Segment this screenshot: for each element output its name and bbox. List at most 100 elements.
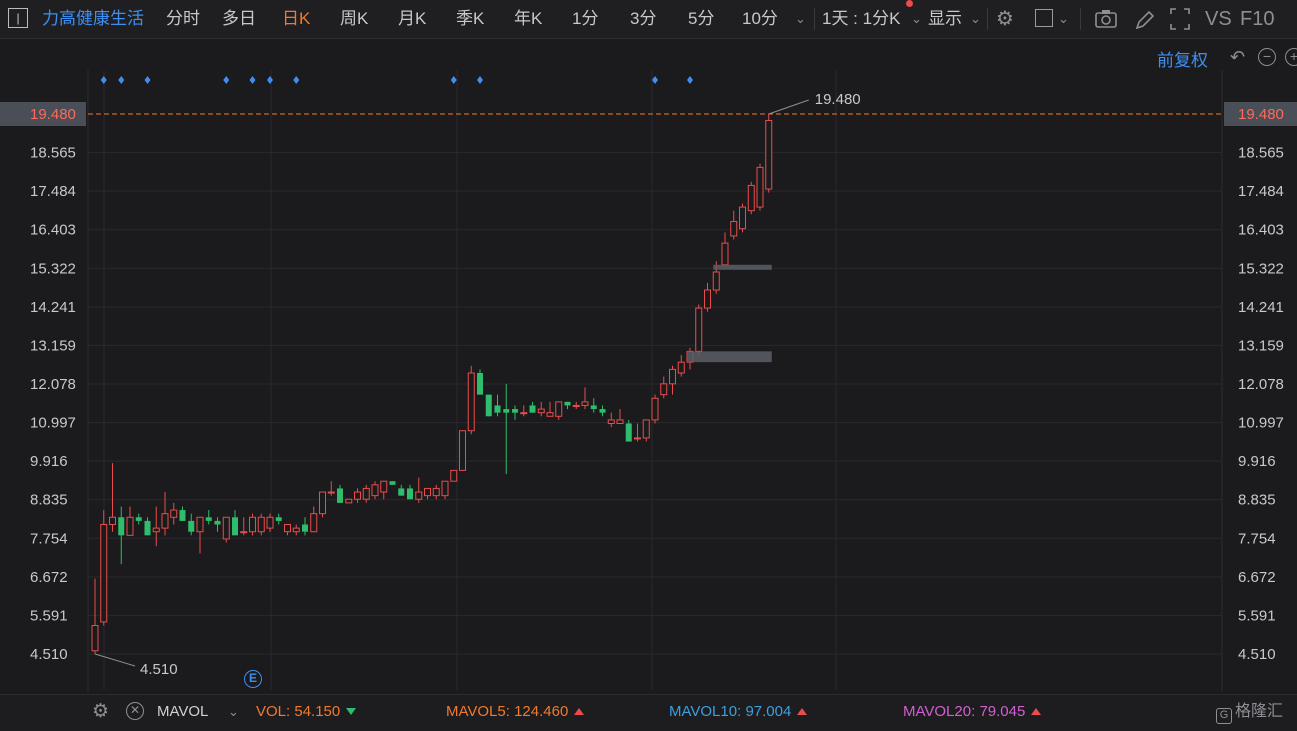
candle-body-up xyxy=(634,437,641,440)
candle-body-down xyxy=(503,409,510,413)
price-tick-right: 9.916 xyxy=(1238,453,1276,470)
candle-body-up xyxy=(345,498,353,504)
candle-body-down xyxy=(214,520,221,525)
candle-body-down xyxy=(135,517,142,521)
candle-body-up xyxy=(660,383,668,396)
candle-body-down xyxy=(590,405,597,410)
event-marker-e[interactable]: E xyxy=(244,670,262,688)
candle xyxy=(704,282,711,312)
price-tick-right: 4.510 xyxy=(1238,646,1276,663)
price-tick-right: 18.565 xyxy=(1238,145,1284,162)
candle-body-up xyxy=(467,372,475,432)
price-tick-left: 9.916 xyxy=(30,453,68,470)
event-dot-icon xyxy=(223,76,230,84)
candle xyxy=(284,524,291,536)
mavol20-label-text: MAVOL20: xyxy=(903,703,976,720)
candle xyxy=(721,232,729,266)
price-tick-left: 10.997 xyxy=(30,415,76,432)
indicator-name[interactable]: MAVOL xyxy=(157,695,208,729)
candle xyxy=(188,513,195,536)
watermark-text: 格隆汇 xyxy=(1235,703,1284,720)
price-tick-right: 8.835 xyxy=(1238,492,1276,509)
close-icon[interactable]: ✕ xyxy=(126,702,144,720)
candle xyxy=(607,412,615,428)
gap-box xyxy=(687,351,772,363)
candle xyxy=(118,506,125,565)
candle-body-up xyxy=(249,516,256,533)
candle-body-up xyxy=(572,404,580,407)
logo-g-icon: G xyxy=(1216,708,1232,724)
up-arrow-icon xyxy=(574,708,585,715)
candle xyxy=(537,401,545,417)
candle-body-up xyxy=(450,469,458,482)
candle xyxy=(459,430,466,471)
candle xyxy=(152,506,160,547)
candle-body-up xyxy=(581,401,589,406)
gear-icon[interactable]: ⚙ xyxy=(92,695,109,729)
candle xyxy=(590,398,597,413)
candle xyxy=(389,481,396,485)
candle-body-up xyxy=(642,419,650,439)
chevron-down-icon[interactable]: ⌄ xyxy=(228,695,239,729)
event-dot-icon xyxy=(249,76,256,84)
candle xyxy=(695,304,703,355)
candle-body-up xyxy=(100,524,108,623)
event-dot-icon xyxy=(687,76,693,84)
zoom-out-icon[interactable]: − xyxy=(1258,48,1276,66)
price-tick-left: 5.591 xyxy=(30,607,68,624)
up-arrow-icon xyxy=(797,708,808,715)
candle xyxy=(196,516,204,554)
event-dot-icon xyxy=(652,76,658,84)
candle xyxy=(730,210,738,240)
candle xyxy=(292,524,300,536)
candle xyxy=(581,387,589,410)
candle-body-up xyxy=(459,430,466,471)
candle-body-up xyxy=(669,368,676,385)
candle xyxy=(266,513,274,532)
candle xyxy=(599,405,606,417)
candle xyxy=(432,484,440,500)
candlestick-chart[interactable]: 18.565 18.565 17.484 17.484 16.403 16.403 15.3… xyxy=(0,0,1297,730)
candle-body-up xyxy=(765,119,773,190)
mavol5-value: 124.460 xyxy=(514,703,569,720)
price-tick-left: 17.484 xyxy=(30,183,76,200)
price-tick-right: 13.159 xyxy=(1238,337,1284,354)
zoom-in-icon[interactable]: + xyxy=(1285,48,1297,66)
candle xyxy=(179,506,186,521)
candle xyxy=(257,513,265,536)
current-price-left: 19.480 xyxy=(30,106,76,123)
candle xyxy=(424,487,431,500)
event-dot-icon xyxy=(267,76,273,84)
candle xyxy=(677,354,685,377)
candle-body-up xyxy=(739,206,746,230)
candle-body-up xyxy=(310,513,318,533)
candle xyxy=(91,578,99,654)
candle-body-up xyxy=(756,166,764,208)
candle xyxy=(109,463,116,532)
high-pointer xyxy=(768,99,809,115)
candle xyxy=(616,409,624,424)
candle xyxy=(512,405,518,420)
price-tick-right: 5.591 xyxy=(1238,607,1276,624)
price-tick-left: 16.403 xyxy=(30,222,76,239)
candle-body-up xyxy=(546,412,554,417)
candle xyxy=(319,491,326,518)
price-tick-left: 8.835 xyxy=(30,492,68,509)
undo-icon[interactable]: ↶ xyxy=(1230,47,1245,68)
candle-body-down xyxy=(398,488,405,496)
candle-body-down xyxy=(118,517,125,536)
candle xyxy=(337,484,343,503)
candle-body-down xyxy=(564,401,571,406)
mavol5-label: MAVOL5: 124.460 xyxy=(446,695,585,729)
candle xyxy=(126,506,134,536)
candle-body-down xyxy=(337,488,343,503)
adjust-label[interactable]: 前复权 xyxy=(1157,46,1208,71)
candle xyxy=(520,405,528,417)
candle xyxy=(555,401,563,420)
candle-body-up xyxy=(415,491,423,500)
candle xyxy=(546,401,554,417)
price-tick-right: 10.997 xyxy=(1238,415,1284,432)
candle xyxy=(494,394,501,417)
candle xyxy=(327,481,335,496)
candle xyxy=(214,517,221,532)
